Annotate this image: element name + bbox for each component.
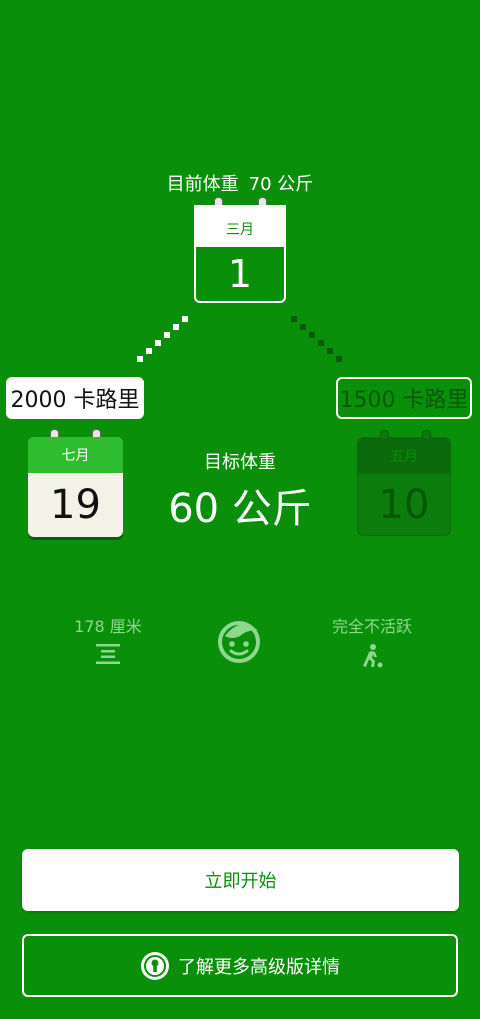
left-plan-calendar[interactable]: 七月 19 [28, 429, 123, 537]
goal-weight-label: 目标体重 [204, 452, 276, 473]
premium-button-label: 了解更多高级版详情 [178, 956, 340, 978]
right-calendar-day: 10 [378, 481, 430, 528]
height-icon [96, 644, 120, 664]
avatar-icon[interactable] [214, 616, 264, 664]
current-weight-value: 70 公斤 [248, 174, 314, 195]
left-calendar-month: 七月 [28, 437, 123, 473]
keyhole-badge-icon [141, 951, 169, 980]
start-calendar-month: 三月 [194, 205, 286, 247]
current-weight-title: 目前体重 [166, 174, 239, 195]
activity-value: 完全不活跃 [331, 617, 412, 636]
left-plan-calories[interactable]: 2000 卡路里 [6, 377, 144, 419]
activity-icon [363, 644, 383, 668]
right-plan-calendar[interactable]: 五月 10 [357, 430, 451, 536]
right-calendar-month: 五月 [358, 438, 450, 474]
height-stat[interactable]: 178 厘米 [50, 613, 166, 665]
right-plan-calories[interactable]: 1500 卡路里 [336, 377, 472, 419]
current-weight-label: 目前体重 70 公斤 [0, 170, 480, 196]
height-value: 178 厘米 [74, 617, 142, 636]
left-calendar-day: 19 [50, 482, 101, 528]
start-now-button[interactable]: 立即开始 [22, 849, 459, 911]
activity-stat[interactable]: 完全不活跃 [310, 613, 434, 669]
goal-weight-value[interactable]: 60 公斤 [150, 476, 330, 534]
premium-details-button[interactable]: 了解更多高级版详情 [22, 934, 458, 997]
start-calendar-day: 1 [196, 247, 284, 301]
start-date-calendar[interactable]: 三月 1 [194, 197, 286, 303]
